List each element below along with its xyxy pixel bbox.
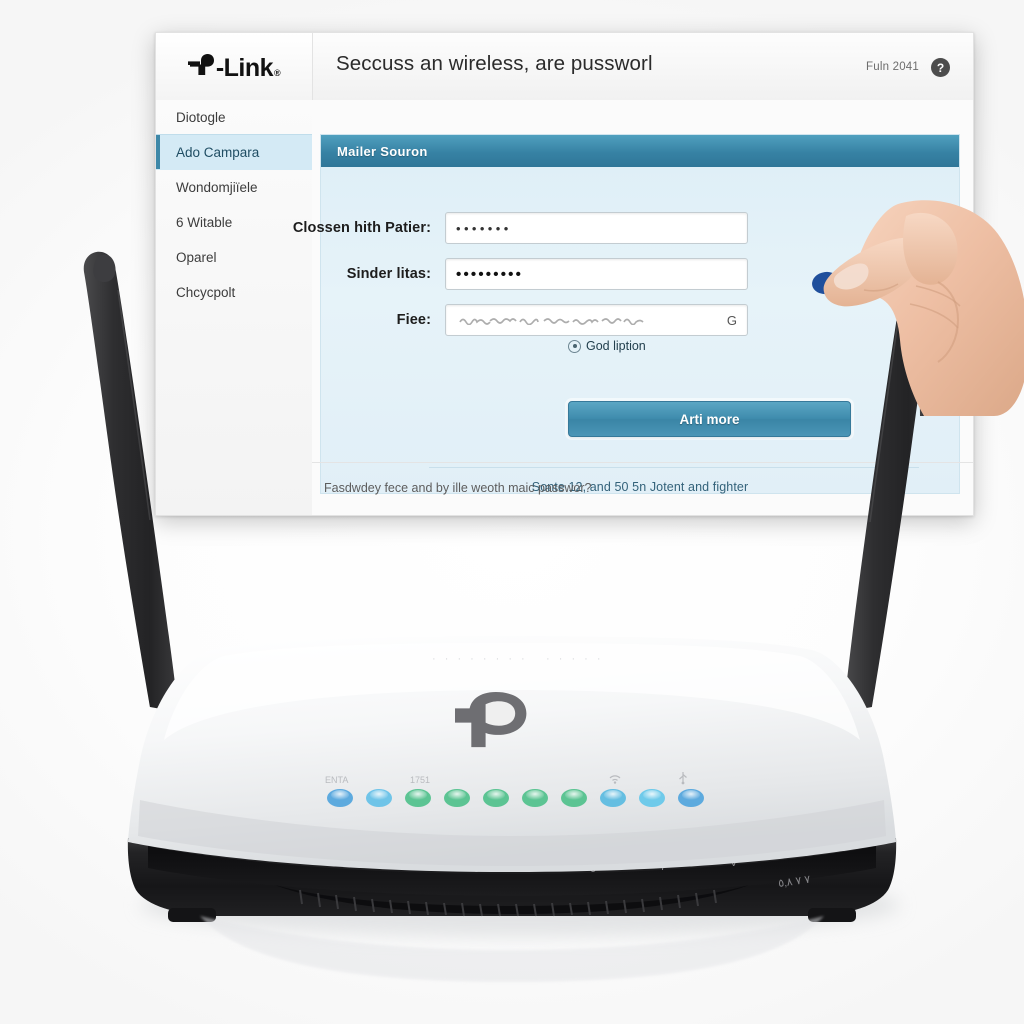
field-label-clossen-hith-patier: Clossen hith Patier:	[292, 220, 431, 236]
sidebar-item-label: Oparel	[176, 249, 217, 265]
registered-mark: ®	[274, 67, 281, 78]
password-masked-value: •••••••	[456, 220, 512, 236]
hand-with-pen	[812, 200, 1024, 416]
screenshot-canvas: -Link ® Seccuss an wireless, are pusswor…	[0, 0, 1024, 1024]
footer-text: Fasdwdey fece and by ille weoth maic pas…	[324, 481, 592, 495]
password-input[interactable]: •••••••	[445, 212, 748, 244]
field-label-fiee: Fiee:	[396, 312, 431, 328]
option-hint[interactable]: God liption	[568, 339, 646, 353]
sidebar-item-label: 6 Witable	[176, 214, 233, 230]
fiee-trailing-char: G	[726, 312, 737, 328]
sidebar-item-label: Chcycpolt	[176, 284, 236, 300]
submit-button-label: Arti more	[679, 411, 740, 427]
sidebar-item-label: Ado Campara	[176, 144, 260, 160]
admin-top-bar: -Link ® Seccuss an wireless, are pusswor…	[156, 33, 973, 101]
sidebar-item-ado-campara[interactable]: Ado Campara	[156, 134, 312, 170]
form-row-confirm: Sinder litas: •••••••••	[231, 258, 748, 290]
sidebar-item-label: Wondomjiïele	[176, 179, 258, 195]
firmware-version: Fuln 2041	[866, 61, 919, 73]
sidebar-item-label: Diotogle	[176, 109, 226, 125]
admin-footer: Fasdwdey fece and by ille weoth maic pas…	[312, 462, 973, 515]
tp-link-logo-icon	[187, 51, 215, 76]
panel-header: Mailer Souron	[321, 135, 959, 167]
radio-circle-icon	[568, 339, 581, 353]
panel-title: Mailer Souron	[337, 143, 428, 159]
handwritten-value-glyphs	[456, 316, 719, 325]
option-hint-label: God liption	[586, 339, 646, 353]
page-title: Seccuss an wireless, are pussworl	[336, 52, 653, 75]
sidebar-item-wondomjifele[interactable]: Wondomjiïele	[156, 170, 312, 205]
help-circle-icon[interactable]: ?	[931, 58, 950, 77]
form-row-fiee: Fiee: G	[231, 304, 748, 336]
fiee-input[interactable]: G	[445, 304, 748, 336]
confirm-password-input[interactable]: •••••••••	[445, 258, 748, 290]
confirm-masked-value: •••••••••	[456, 265, 524, 283]
field-label-sinder-litas: Sinder litas:	[346, 266, 431, 282]
tp-link-logo-text: -Link	[215, 53, 274, 82]
sidebar-item-diotogle[interactable]: Diotogle	[156, 100, 312, 135]
form-row-password: Clossen hith Patier: •••••••	[231, 212, 748, 244]
tp-link-logo: -Link ®	[156, 33, 313, 100]
